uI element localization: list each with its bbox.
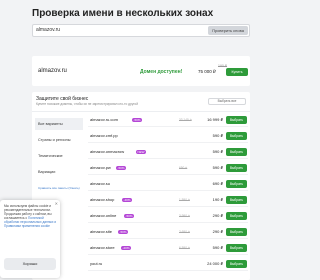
row-old-price: 3 990 ₽ <box>179 214 190 218</box>
category-thematic[interactable]: Тематические <box>35 150 83 162</box>
select-button[interactable]: Выбрать <box>226 244 247 252</box>
row-old-price: 1 590 ₽ <box>179 198 190 202</box>
domain-row: yout.ru 24 000 ₽ Выбрать <box>88 258 248 271</box>
discount-badge: -50% <box>124 214 135 218</box>
row-price: 24 000 ₽ <box>207 261 223 266</box>
row-price: 590 ₽ <box>212 133 223 138</box>
select-all-button[interactable]: Выбрать все <box>208 98 246 105</box>
check-again-button[interactable]: Проверить снова <box>208 26 248 35</box>
row-price: 690 ₽ <box>212 181 223 186</box>
select-button[interactable]: Выбрать <box>226 260 247 268</box>
discount-badge: -50% <box>116 166 127 170</box>
row-domain: almazov.online <box>90 213 117 218</box>
discount-badge: -50% <box>132 118 143 122</box>
availability-status: Домен доступен! <box>140 69 183 75</box>
select-button[interactable]: Выбрать <box>226 116 247 124</box>
compare-packages-link[interactable]: Сравнить все пакеты (Узнать) <box>38 186 80 190</box>
page-title: Проверка имени в нескольких зонах <box>32 8 214 19</box>
discount-badge: -50% <box>118 230 129 234</box>
row-domain: almazov.store <box>90 245 115 250</box>
protect-panel: Защитите свой бизнес Купите похожие доме… <box>32 92 250 280</box>
discount-badge: -40% <box>122 198 133 202</box>
cookie-banner: ✕ Мы используем файлы cookie и рекоменда… <box>0 200 60 278</box>
select-button[interactable]: Выбрать <box>226 132 247 140</box>
domain-row: almazov.site -50% 2 690 ₽ 290 ₽ Выбрать <box>88 226 248 239</box>
domain-row: almazov.ru.com -50% 33 145 ₽ 16 999 ₽ Вы… <box>88 114 248 127</box>
category-variations[interactable]: Вариации <box>35 166 83 178</box>
cookie-text: Мы используем файлы cookie и рекомендате… <box>4 204 58 228</box>
select-button[interactable]: Выбрать <box>226 148 247 156</box>
row-old-price: 650 ₽ <box>179 166 188 170</box>
select-button[interactable]: Выбрать <box>226 164 247 172</box>
row-old-price: 2 690 ₽ <box>179 230 190 234</box>
cookie-accept-button[interactable]: Хорошо <box>4 258 56 270</box>
row-domain: almazov.onmacrow <box>90 149 125 154</box>
search-bar: almazov.ru Проверить снова <box>32 24 250 37</box>
result-price: 75 000 ₽ <box>198 69 216 74</box>
row-price: 290 ₽ <box>212 213 223 218</box>
domain-row: almazov.pw -50% 650 ₽ 590 ₽ Выбрать <box>88 162 248 175</box>
row-domain: almazov.shop <box>90 197 115 202</box>
result-old-price: 190 ₽ <box>218 64 228 68</box>
row-price: 16 999 ₽ <box>207 117 223 122</box>
discount-badge: -20% <box>121 246 132 250</box>
category-countries[interactable]: Страны и регионы <box>35 134 83 146</box>
domain-row: almazov.cmf.pp 590 ₽ Выбрать <box>88 130 248 143</box>
row-price: 590 ₽ <box>212 165 223 170</box>
domain-search-input[interactable]: almazov.ru <box>36 27 60 33</box>
row-old-price: 33 145 ₽ <box>179 118 192 122</box>
row-domain: yout.ru <box>90 261 103 266</box>
row-price: 590 ₽ <box>212 245 223 250</box>
row-domain: almazov.su <box>90 181 110 186</box>
row-price: 590 ₽ <box>212 149 223 154</box>
row-domain: almazov.ru.com <box>90 117 118 122</box>
row-domain: almazov.pw <box>90 165 111 170</box>
new-badge: NEW <box>136 150 146 154</box>
row-price: 290 ₽ <box>212 229 223 234</box>
select-button[interactable]: Выбрать <box>226 228 247 236</box>
domain-row: almazov.su 690 ₽ Выбрать <box>88 178 248 191</box>
select-button[interactable]: Выбрать <box>226 180 247 188</box>
select-button[interactable]: Выбрать <box>226 196 247 204</box>
protect-subtitle: Купите похожие домены, чтобы их не зарег… <box>36 102 138 106</box>
buy-button[interactable]: Купить <box>226 68 248 76</box>
domain-row: almazov.store -20% 6 590 ₽ 590 ₽ Выбрать <box>88 242 248 255</box>
row-domain: almazov.site <box>90 229 112 234</box>
divider <box>32 111 250 112</box>
row-old-price: 6 590 ₽ <box>179 246 190 250</box>
select-button[interactable]: Выбрать <box>226 212 247 220</box>
row-price: 190 ₽ <box>212 197 223 202</box>
domain-row: almazov.shop -40% 1 590 ₽ 190 ₽ Выбрать <box>88 194 248 207</box>
category-all[interactable]: Все варианты <box>35 118 83 130</box>
domain-row: almazov.onmacrow NEW 590 ₽ Выбрать <box>88 146 248 159</box>
domain-result-card: almazov.ru Домен доступен! 190 ₽ 75 000 … <box>32 56 250 86</box>
row-domain: almazov.cmf.pp <box>90 133 118 138</box>
result-domain: almazov.ru <box>38 68 67 74</box>
domain-row: almazov.online -50% 3 990 ₽ 290 ₽ Выбрат… <box>88 210 248 223</box>
